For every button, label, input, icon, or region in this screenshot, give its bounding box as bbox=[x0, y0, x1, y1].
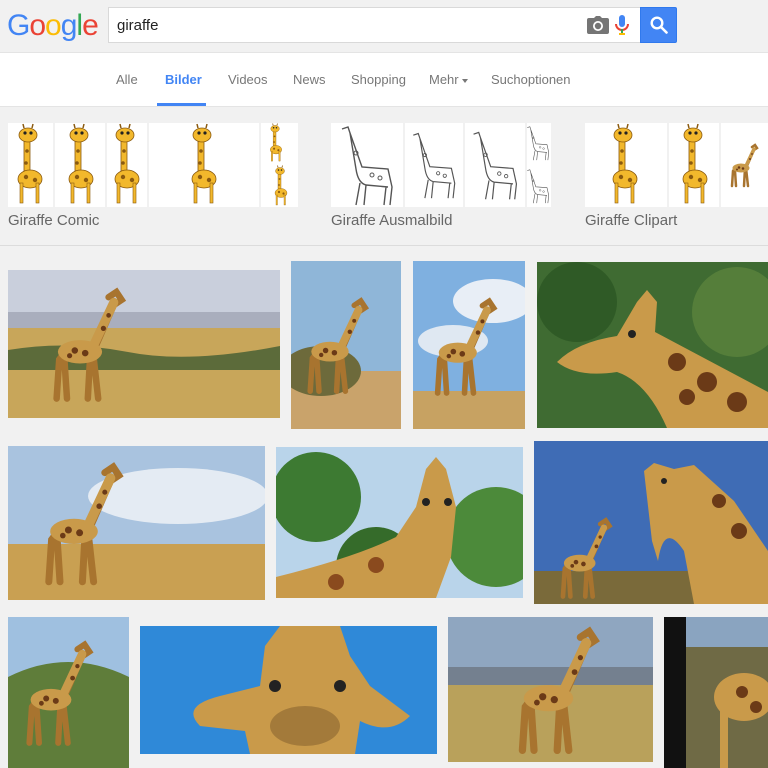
image-result[interactable] bbox=[413, 261, 525, 429]
related-search-giraffe-comic[interactable]: Giraffe Comic bbox=[8, 123, 298, 233]
tab-news[interactable]: News bbox=[293, 72, 326, 87]
search-button[interactable] bbox=[640, 7, 677, 43]
related-search-label: Giraffe Clipart bbox=[585, 212, 678, 229]
header-bar: Google bbox=[0, 0, 768, 52]
related-thumb bbox=[585, 123, 667, 207]
image-result[interactable] bbox=[140, 626, 437, 754]
related-thumbs bbox=[585, 123, 768, 207]
search-icon bbox=[650, 16, 668, 34]
active-tab-indicator bbox=[157, 103, 206, 106]
related-thumbs bbox=[331, 123, 553, 207]
camera-icon[interactable] bbox=[587, 16, 609, 34]
related-thumb bbox=[465, 123, 525, 207]
search-input[interactable] bbox=[117, 8, 557, 42]
related-search-label: Giraffe Ausmalbild bbox=[331, 212, 453, 229]
tab-all[interactable]: Alle bbox=[116, 72, 138, 87]
image-result[interactable] bbox=[664, 617, 768, 768]
google-logo[interactable]: Google bbox=[7, 9, 99, 43]
image-result[interactable] bbox=[8, 617, 129, 768]
tab-more-label: Mehr bbox=[429, 72, 459, 87]
related-thumb bbox=[261, 123, 298, 207]
related-thumb bbox=[405, 123, 463, 207]
image-result[interactable] bbox=[8, 270, 280, 418]
tab-videos[interactable]: Videos bbox=[228, 72, 268, 87]
related-thumb bbox=[721, 123, 768, 207]
tab-search-tools[interactable]: Suchoptionen bbox=[491, 72, 571, 87]
related-thumb bbox=[8, 123, 53, 207]
tab-shopping[interactable]: Shopping bbox=[351, 72, 406, 87]
related-thumb bbox=[669, 123, 719, 207]
image-result[interactable] bbox=[537, 262, 768, 428]
tab-images[interactable]: Bilder bbox=[165, 72, 202, 87]
tab-more[interactable]: Mehr bbox=[429, 72, 468, 87]
logo-letter: o bbox=[45, 9, 62, 42]
search-box bbox=[108, 7, 640, 43]
section-divider bbox=[0, 245, 768, 246]
related-search-giraffe-clipart[interactable]: Giraffe Clipart bbox=[585, 123, 768, 233]
related-thumb bbox=[107, 123, 147, 207]
image-result[interactable] bbox=[448, 617, 653, 762]
search-tabs: Alle Bilder Videos News Shopping Mehr Su… bbox=[0, 52, 768, 107]
image-result[interactable] bbox=[276, 447, 523, 598]
logo-letter: e bbox=[82, 9, 99, 42]
related-thumb bbox=[149, 123, 259, 207]
related-thumb bbox=[55, 123, 105, 207]
logo-letter: g bbox=[60, 9, 78, 42]
logo-letter: G bbox=[7, 9, 30, 42]
image-result[interactable] bbox=[534, 441, 768, 604]
related-thumb bbox=[331, 123, 403, 207]
related-search-giraffe-ausmalbild[interactable]: Giraffe Ausmalbild bbox=[331, 123, 551, 233]
microphone-icon[interactable] bbox=[615, 15, 629, 35]
image-result[interactable] bbox=[8, 446, 265, 600]
related-thumbs bbox=[8, 123, 300, 207]
image-result[interactable] bbox=[291, 261, 401, 429]
related-thumb bbox=[527, 123, 551, 207]
related-search-label: Giraffe Comic bbox=[8, 212, 100, 229]
chevron-down-icon bbox=[461, 78, 468, 83]
logo-letter: o bbox=[29, 9, 46, 42]
